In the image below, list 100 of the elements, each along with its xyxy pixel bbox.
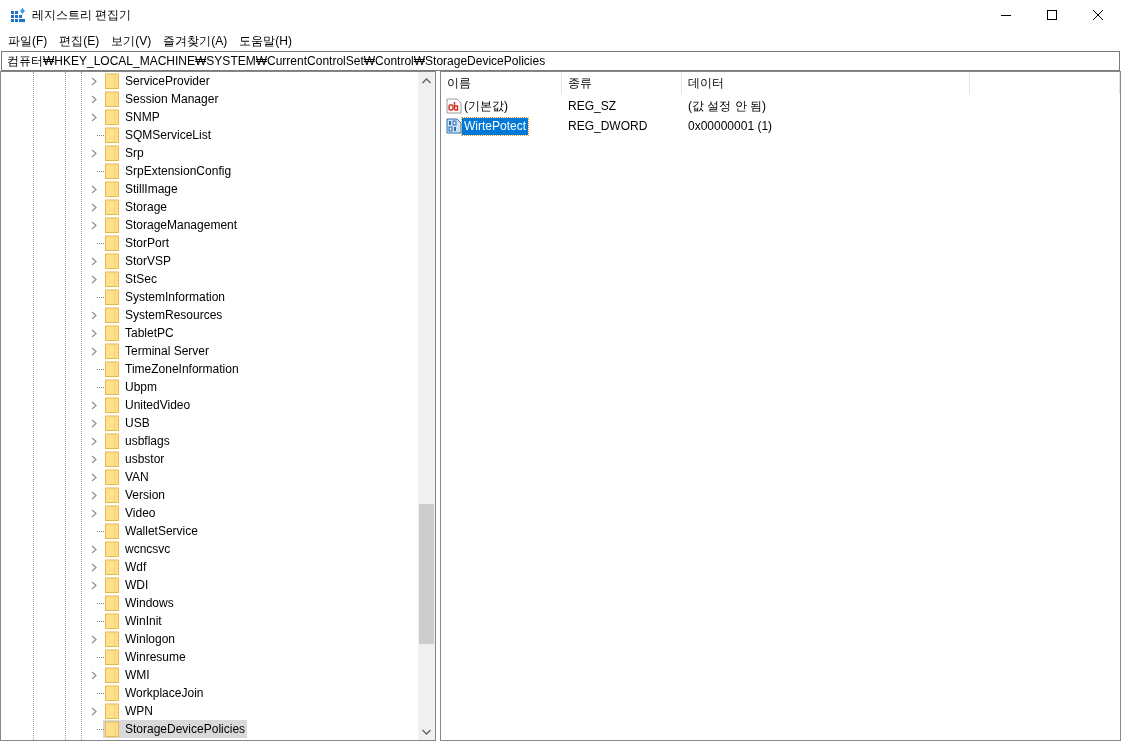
tree-item[interactable]: Winresume	[103, 648, 188, 666]
binary-value-icon	[446, 118, 462, 134]
folder-icon	[105, 433, 119, 449]
tree-item[interactable]: Wdf	[103, 558, 149, 576]
chevron-icon[interactable]	[91, 328, 97, 338]
tree-item[interactable]: SQMServiceList	[103, 126, 214, 144]
tree-item[interactable]: Terminal Server	[103, 342, 212, 360]
folder-icon	[105, 199, 119, 215]
tree-item[interactable]: WalletService	[103, 522, 200, 540]
string-value-icon	[446, 98, 462, 114]
tree-item[interactable]: TabletPC	[103, 324, 176, 342]
tree-item[interactable]: StorVSP	[103, 252, 174, 270]
chevron-icon[interactable]	[91, 562, 97, 572]
folder-icon	[105, 577, 119, 593]
tree-item[interactable]: WPN	[103, 702, 155, 720]
folder-icon	[105, 361, 119, 377]
menu-item[interactable]: 파일(F)	[2, 31, 54, 50]
tree-item[interactable]: StorageManagement	[103, 216, 240, 234]
tree-item[interactable]: WorkplaceJoin	[103, 684, 206, 702]
value-type: REG_SZ	[567, 98, 617, 115]
menu-item[interactable]: 보기(V)	[105, 31, 158, 50]
folder-icon	[105, 271, 119, 287]
menu-item[interactable]: 도움말(H)	[233, 31, 298, 50]
tree-item[interactable]: Srp	[103, 144, 146, 162]
folder-icon	[105, 487, 119, 503]
folder-icon	[105, 649, 119, 665]
chevron-icon[interactable]	[91, 310, 97, 320]
folder-icon	[105, 109, 119, 125]
menu-item[interactable]: 즐겨찾기(A)	[157, 31, 234, 50]
folder-icon	[105, 163, 119, 179]
scrollbar[interactable]	[418, 72, 435, 740]
folder-icon	[105, 415, 119, 431]
chevron-icon[interactable]	[91, 490, 97, 500]
chevron-icon[interactable]	[91, 256, 97, 266]
chevron-icon[interactable]	[91, 400, 97, 410]
chevron-icon[interactable]	[91, 454, 97, 464]
chevron-icon[interactable]	[91, 94, 97, 104]
folder-icon	[105, 703, 119, 719]
tree-item[interactable]: Version	[103, 486, 168, 504]
tree-item[interactable]: Video	[103, 504, 158, 522]
folder-icon	[105, 631, 119, 647]
folder-icon	[105, 685, 119, 701]
address-bar[interactable]: 컴퓨터₩HKEY_LOCAL_MACHINE₩SYSTEM₩CurrentControlSet₩Control₩StorageDevicePolicies	[1, 51, 1120, 71]
chevron-icon[interactable]	[91, 544, 97, 554]
chevron-icon[interactable]	[91, 274, 97, 284]
tree-item[interactable]: StorPort	[103, 234, 171, 252]
tree-item[interactable]: TimeZoneInformation	[103, 360, 241, 378]
column-header[interactable]: 데이터	[682, 72, 970, 94]
column-header[interactable]: 종류	[562, 72, 682, 94]
chevron-icon[interactable]	[91, 112, 97, 122]
tree-item[interactable]: SNMP	[103, 108, 162, 126]
folder-icon	[105, 541, 119, 557]
tree-item[interactable]: usbstor	[103, 450, 167, 468]
folder-icon	[105, 595, 119, 611]
tree-item[interactable]: SystemResources	[103, 306, 225, 324]
chevron-icon[interactable]	[91, 202, 97, 212]
folder-icon	[105, 721, 119, 737]
chevron-icon[interactable]	[91, 220, 97, 230]
menu-item[interactable]: 편집(E)	[53, 31, 106, 50]
chevron-icon[interactable]	[91, 508, 97, 518]
chevron-icon[interactable]	[91, 76, 97, 86]
chevron-icon[interactable]	[91, 148, 97, 158]
tree-item[interactable]: WinInit	[103, 612, 164, 630]
chevron-icon[interactable]	[91, 184, 97, 194]
chevron-icon[interactable]	[91, 418, 97, 428]
folder-icon	[105, 523, 119, 539]
value-name[interactable]: (기본값)	[462, 97, 510, 115]
tree-item[interactable]: StillImage	[103, 180, 180, 198]
scroll-down-icon[interactable]	[422, 729, 431, 735]
chevron-icon[interactable]	[91, 472, 97, 482]
tree-item[interactable]: SystemInformation	[103, 288, 228, 306]
chevron-icon[interactable]	[91, 706, 97, 716]
app-icon	[10, 7, 26, 23]
folder-icon	[105, 397, 119, 413]
tree-item[interactable]: wcncsvc	[103, 540, 173, 558]
value-name[interactable]: WirtePotect	[462, 117, 528, 135]
tree-item[interactable]: UnitedVideo	[103, 396, 193, 414]
column-header[interactable]: 이름	[441, 72, 562, 94]
tree-item[interactable]: Ubpm	[103, 378, 159, 396]
scroll-thumb[interactable]	[419, 504, 434, 644]
tree-item[interactable]: VAN	[103, 468, 151, 486]
tree-item[interactable]: usbflags	[103, 432, 172, 450]
tree-item[interactable]: ServiceProvider	[103, 72, 212, 90]
tree-item[interactable]: Storage	[103, 198, 170, 216]
tree-item[interactable]: WDI	[103, 576, 151, 594]
tree-item[interactable]: SrpExtensionConfig	[103, 162, 234, 180]
tree-item[interactable]: USB	[103, 414, 152, 432]
tree-item[interactable]: Windows	[103, 594, 176, 612]
tree-item[interactable]: Winlogon	[103, 630, 178, 648]
chevron-icon[interactable]	[91, 436, 97, 446]
tree-item[interactable]: StSec	[103, 270, 159, 288]
tree-item[interactable]: Session Manager	[103, 90, 221, 108]
chevron-icon[interactable]	[91, 580, 97, 590]
tree-item[interactable]: WMI	[103, 666, 152, 684]
scroll-up-icon[interactable]	[422, 78, 431, 84]
chevron-icon[interactable]	[91, 634, 97, 644]
folder-icon	[105, 451, 119, 467]
chevron-icon[interactable]	[91, 670, 97, 680]
tree-item[interactable]: StorageDevicePolicies	[103, 720, 248, 738]
chevron-icon[interactable]	[91, 346, 97, 356]
